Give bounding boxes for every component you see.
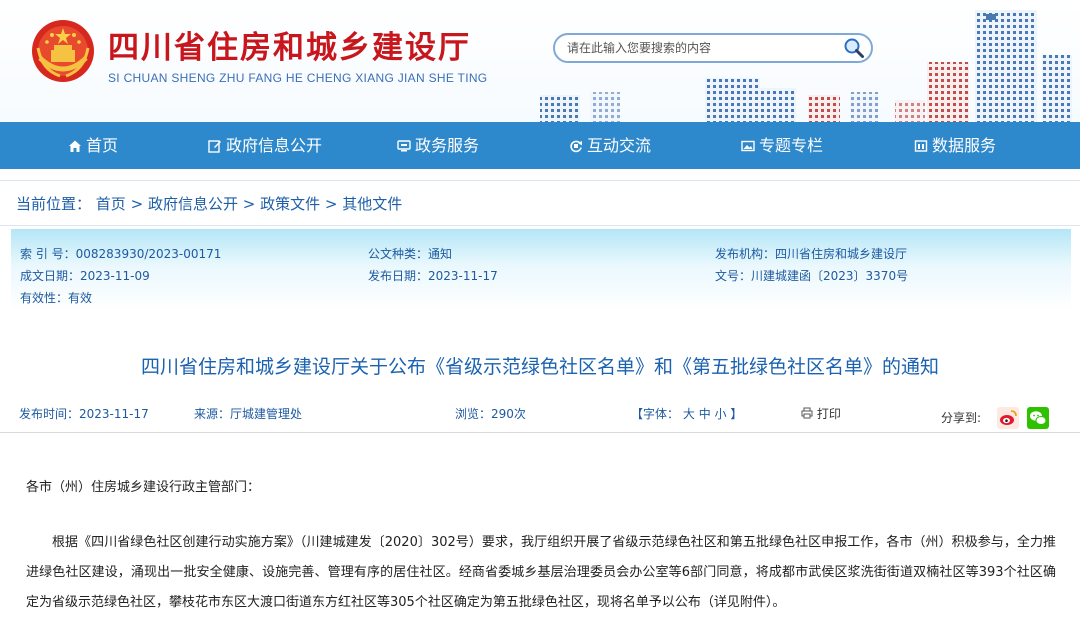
- edit-icon: [208, 139, 221, 153]
- breadcrumb-home[interactable]: 首页: [96, 195, 126, 213]
- document-info-bar: 发布时间：2023-11-17 来源：厅城建管理处 浏览：290次 【字体： 大…: [0, 396, 1080, 433]
- font-size-prefix: 【字体：: [631, 407, 680, 421]
- nav-item-home[interactable]: 首页: [68, 122, 118, 169]
- font-size-suffix: 】: [730, 407, 743, 421]
- nav-item-interaction[interactable]: 互动交流: [569, 122, 651, 169]
- main-nav: 首页 政府信息公开 政务服务 互动交流 专题专栏 数据服务: [0, 122, 1080, 169]
- image-icon: [741, 140, 755, 151]
- breadcrumb-other[interactable]: 其他文件: [342, 195, 402, 213]
- share-label: 分享到:: [941, 411, 982, 425]
- national-emblem-icon: [32, 20, 94, 82]
- meta-doc-number: 文号：川建城建函〔2023〕3370号: [715, 269, 909, 283]
- breadcrumb-prefix: 当前位置：: [16, 195, 92, 213]
- document-meta: 索 引 号：008283930/2023-00171 公文种类：通知 发布机构：…: [11, 229, 1071, 311]
- nav-item-gov-services[interactable]: 政务服务: [397, 122, 479, 169]
- nav-item-label: 首页: [86, 136, 119, 155]
- breadcrumb-separator: >: [242, 195, 256, 213]
- wechat-share-icon[interactable]: [1027, 407, 1049, 429]
- breadcrumb-separator: >: [324, 195, 338, 213]
- nav-item-label: 专题专栏: [759, 136, 824, 155]
- site-title: 四川省住房和城乡建设厅: [108, 30, 471, 66]
- meta-created-date: 成文日期：2023-11-09: [20, 269, 150, 283]
- greeting: 各市（州）住房城乡建设行政主管部门：: [26, 480, 261, 495]
- breadcrumb: 当前位置： 首页 > 政府信息公开 > 政策文件 > 其他文件: [0, 180, 1080, 226]
- font-size-small[interactable]: 小: [715, 407, 727, 421]
- nav-item-label: 政务服务: [415, 136, 480, 155]
- view-count: 浏览：290次: [455, 407, 526, 421]
- nav-item-topics[interactable]: 专题专栏: [741, 122, 823, 169]
- font-size-medium[interactable]: 中: [699, 407, 711, 421]
- home-icon: [69, 140, 81, 152]
- site-header: 四川省住房和城乡建设厅 SI CHUAN SHENG ZHU FANG HE C…: [0, 0, 1080, 122]
- meta-index-no: 索 引 号：008283930/2023-00171: [20, 247, 222, 261]
- search-icon[interactable]: [843, 37, 865, 59]
- font-size-large[interactable]: 大: [683, 407, 695, 421]
- nav-item-label: 数据服务: [932, 136, 997, 155]
- weibo-share-icon[interactable]: [997, 407, 1019, 429]
- source: 来源：厅城建管理处: [194, 407, 303, 421]
- document-title: 四川省住房和城乡建设厅关于公布《省级示范绿色社区名单》和《第五批绿色社区名单》的…: [140, 356, 939, 378]
- breadcrumb-policy[interactable]: 政策文件: [260, 195, 320, 213]
- database-icon: [914, 139, 928, 152]
- refresh-icon: [570, 140, 582, 152]
- monitor-icon: [397, 139, 411, 151]
- search-input[interactable]: [567, 39, 837, 57]
- meta-doc-type: 公文种类：通知: [368, 247, 453, 261]
- meta-validity: 有效性：有效: [20, 291, 93, 305]
- nav-item-label: 政府信息公开: [226, 136, 323, 155]
- print-icon: [801, 407, 813, 419]
- print-button[interactable]: 打印: [801, 405, 841, 422]
- breadcrumb-separator: >: [130, 195, 144, 213]
- nav-item-data-services[interactable]: 数据服务: [914, 122, 996, 169]
- meta-published-date: 发布日期：2023-11-17: [368, 269, 498, 283]
- breadcrumb-gov-info[interactable]: 政府信息公开: [148, 195, 238, 213]
- body-paragraph: 根据《四川省绿色社区创建行动实施方案》（川建城建发〔2020〕302号）要求，我…: [26, 535, 1056, 610]
- search-box[interactable]: [553, 33, 873, 63]
- nav-item-label: 互动交流: [587, 136, 652, 155]
- meta-publisher: 发布机构：四川省住房和城乡建设厅: [715, 247, 908, 261]
- print-label: 打印: [816, 407, 841, 421]
- publish-time: 发布时间：2023-11-17: [19, 407, 149, 421]
- nav-item-gov-info[interactable]: 政府信息公开: [208, 122, 322, 169]
- font-size-control: 【字体： 大 中 小 】: [631, 405, 742, 422]
